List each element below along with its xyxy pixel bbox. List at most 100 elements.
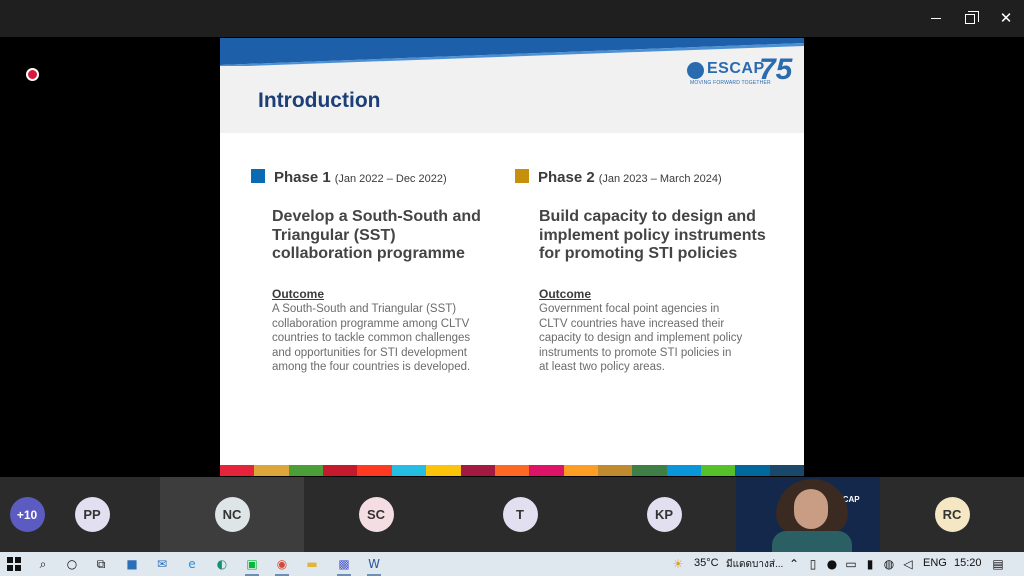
taskbar-app-chrome[interactable]: ◉ [274, 556, 290, 576]
weather-temperature[interactable]: 35°C [694, 557, 719, 569]
sdg-color-segment [666, 465, 702, 476]
taskbar-app-line[interactable]: ▣ [244, 556, 260, 576]
sdg-color-segment [701, 465, 736, 476]
weather-description[interactable]: มีแดดบางส่... [726, 557, 783, 572]
taskbar-app-store[interactable]: ■ [124, 556, 140, 572]
edge-icon: ◐ [216, 557, 228, 571]
cortana-icon: ○ [66, 557, 78, 571]
participant-avatar: PP [74, 497, 110, 532]
line-app-icon: ▣ [246, 557, 258, 571]
meeting-window: ✕ ESCAP 75 MOVING FORWARD TOGETHER Intro… [0, 0, 1024, 576]
show-hidden-icons-button[interactable]: ⌃ [786, 556, 802, 572]
video-person-face [794, 489, 828, 529]
phase-1-outcome-heading: Outcome [272, 287, 325, 301]
task-view-button[interactable]: ⧉ [93, 556, 109, 572]
tray-app-icon[interactable]: ▯ [805, 556, 821, 572]
un-emblem-icon [687, 62, 704, 79]
participant-tile[interactable]: T [448, 477, 592, 552]
restore-button[interactable] [953, 0, 987, 37]
input-language[interactable]: ENG [923, 557, 947, 569]
taskbar-app-mail[interactable]: ✉ [154, 556, 170, 572]
phase-2-heading: Phase 2 (Jan 2023 – March 2024) [515, 168, 722, 186]
slide-header: ESCAP 75 MOVING FORWARD TOGETHER Introdu… [220, 38, 804, 133]
participant-strip: +10 PP NC SC T KP ESCAP RC [0, 477, 1024, 552]
weather-icon[interactable]: ☀ [670, 556, 686, 572]
participant-tile[interactable]: KP [592, 477, 736, 552]
phase-1-marker [251, 169, 265, 183]
phase-1-outcome-text: A South-South and Triangular (SST) colla… [272, 303, 471, 374]
taskbar-app-word[interactable]: W [366, 556, 382, 576]
participant-tile[interactable]: NC [160, 477, 304, 552]
windows-logo-icon [7, 557, 21, 571]
sdg-color-segment [288, 465, 324, 476]
phase-1-goal: Develop a South-South and Triangular (SS… [272, 208, 481, 262]
sdg-color-segment [426, 465, 461, 476]
phase-2-label: Phase 2 [538, 169, 595, 186]
store-icon: ■ [126, 557, 138, 571]
sdg-color-segment [357, 465, 392, 476]
sdg-color-segment [632, 465, 667, 476]
participant-avatar: NC [214, 497, 250, 532]
restore-icon [965, 10, 979, 24]
participant-avatar: KP [646, 497, 682, 532]
tray-screen-icon[interactable]: ▭ [843, 556, 859, 572]
notifications-button[interactable]: ▤ [990, 556, 1006, 572]
phase-1-label: Phase 1 [274, 169, 331, 186]
file-explorer-icon: ▬ [306, 557, 318, 571]
clock-time[interactable]: 15:20 [954, 557, 982, 569]
participant-video-tile[interactable]: ESCAP [736, 477, 880, 552]
teams-icon: ▩ [338, 557, 350, 571]
word-icon: W [368, 557, 380, 571]
logo-tagline: MOVING FORWARD TOGETHER [690, 80, 771, 86]
network-globe-icon[interactable]: ◍ [881, 556, 897, 572]
sdg-color-segment [323, 465, 358, 476]
shared-slide: ESCAP 75 MOVING FORWARD TOGETHER Introdu… [220, 38, 804, 476]
participant-tile[interactable]: SC [304, 477, 448, 552]
participant-tile[interactable]: RC [880, 477, 1024, 552]
taskbar-app-explorer[interactable]: ▬ [304, 556, 320, 572]
participant-tile-more[interactable]: +10 PP [0, 477, 144, 552]
phase-2-goal: Build capacity to design and implement p… [539, 208, 766, 262]
taskbar-app-teams[interactable]: ▩ [336, 556, 352, 576]
minimize-icon [931, 18, 941, 19]
participant-avatar: T [502, 497, 538, 532]
cortana-button[interactable]: ○ [64, 556, 80, 572]
sdg-color-segment [735, 465, 770, 476]
chevron-up-icon: ⌃ [788, 557, 800, 571]
search-button[interactable]: ⌕ [35, 556, 51, 572]
phase-1-heading: Phase 1 (Jan 2022 – Dec 2022) [251, 168, 447, 186]
microphone-icon[interactable]: ● [824, 556, 840, 572]
sdg-color-segment [254, 465, 289, 476]
taskbar-app-ie[interactable]: e [184, 556, 200, 572]
task-view-icon: ⧉ [96, 556, 106, 571]
start-button[interactable] [6, 556, 22, 572]
close-button[interactable]: ✕ [989, 0, 1023, 37]
sdg-color-segment [529, 465, 564, 476]
taskbar-app-edge[interactable]: ◐ [214, 556, 230, 572]
phase-2-dates: (Jan 2023 – March 2024) [598, 173, 722, 185]
minimize-button[interactable] [919, 0, 953, 37]
sdg-color-segment [597, 465, 633, 476]
more-participants-avatar: +10 [9, 497, 45, 532]
close-icon: ✕ [999, 9, 1013, 27]
slide-title: Introduction [258, 89, 381, 112]
participant-avatar: RC [934, 497, 970, 532]
volume-icon[interactable]: ◁ [900, 556, 916, 572]
search-icon: ⌕ [39, 556, 47, 571]
internet-explorer-icon: e [188, 557, 196, 571]
phase-2-outcome-heading: Outcome [539, 287, 592, 301]
phase-2-outcome-text: Government focal point agencies in CLTV … [539, 303, 743, 374]
sdg-color-segment [494, 465, 530, 476]
sdg-color-bar [220, 465, 804, 476]
phase-2-marker [515, 169, 529, 183]
mail-icon: ✉ [156, 557, 168, 571]
sdg-color-segment [769, 465, 804, 476]
sdg-color-segment [220, 465, 255, 476]
participant-avatar: SC [358, 497, 394, 532]
sdg-color-segment [563, 465, 598, 476]
sdg-color-segment [391, 465, 427, 476]
notification-icon: ▤ [992, 557, 1004, 571]
logo-name: ESCAP [707, 60, 765, 77]
escap-logo: ESCAP 75 MOVING FORWARD TOGETHER [687, 53, 799, 91]
battery-icon[interactable]: ▮ [862, 556, 878, 572]
